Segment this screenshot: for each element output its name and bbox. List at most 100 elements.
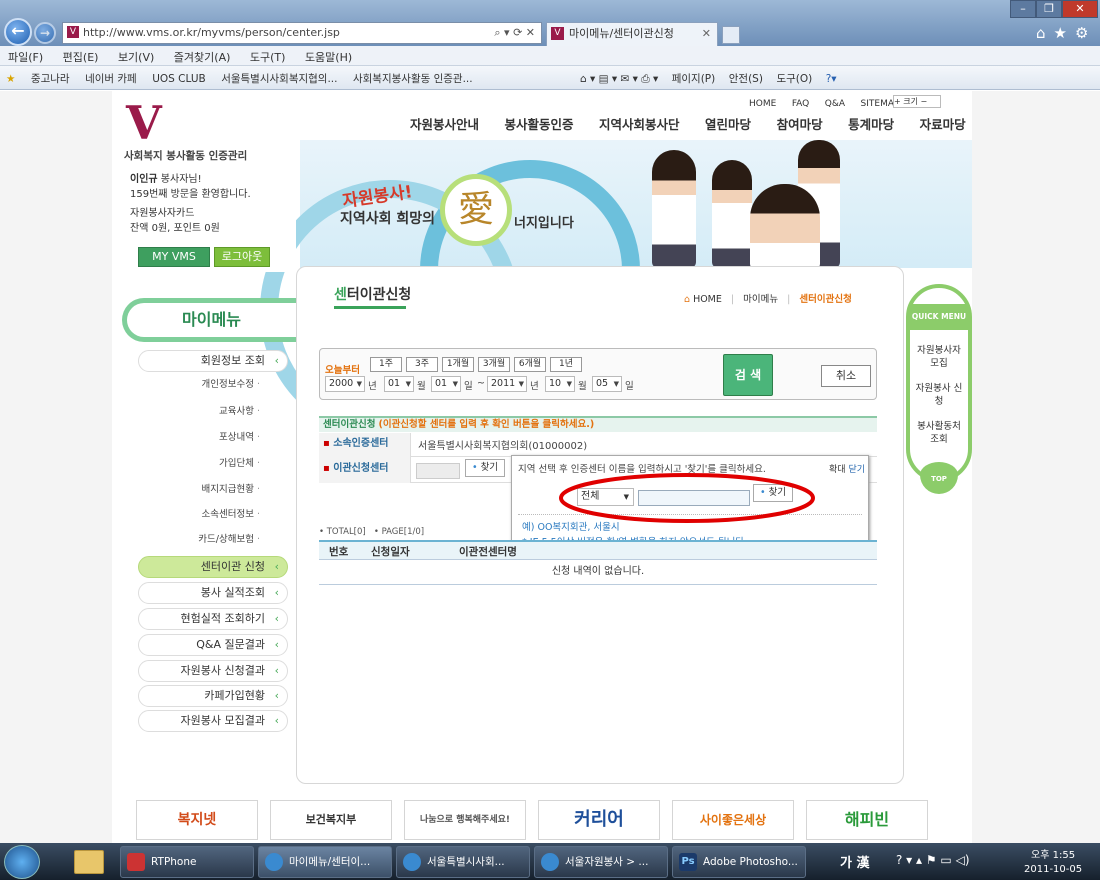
util-faq[interactable]: FAQ xyxy=(792,99,809,109)
sidebar-item-member-info[interactable]: 회원정보 조회 ‹ xyxy=(138,350,288,372)
tray-icons[interactable]: ? ▾ ▴ ⚑ ▭ ◁) xyxy=(896,853,970,867)
util-qna[interactable]: Q&A xyxy=(825,99,845,109)
command-bar: ⌂ ▾ ▤ ▾ ✉ ▾ ⎙ ▾ 페이지(P) 안전(S) 도구(O) ?▾ xyxy=(580,66,1100,90)
ime-indicator[interactable]: 가 漢 xyxy=(840,852,870,871)
sidebar-subitem[interactable]: 배지지급현황 xyxy=(150,483,260,497)
footer-logo-happybean[interactable]: 해피빈 xyxy=(806,800,928,840)
quick-item[interactable]: 자원봉사자 모집 xyxy=(912,344,966,370)
quick-item[interactable]: 자원봉사 신청 xyxy=(912,382,966,408)
clock[interactable]: 오후 1:55 2011-10-05 xyxy=(1024,849,1082,877)
sidebar-subitem[interactable]: 개인정보수정 xyxy=(150,378,260,392)
menu-view[interactable]: 보기(V) xyxy=(110,46,162,68)
sidebar-subitem[interactable]: 교육사항 xyxy=(150,405,260,419)
task-photoshop[interactable]: Ps Adobe Photosho... xyxy=(672,846,806,878)
popup-expand-button[interactable]: 확대 xyxy=(829,465,846,475)
help-icon[interactable]: ?▾ xyxy=(821,68,842,90)
start-year-select[interactable]: 2000 xyxy=(325,376,365,392)
menu-favorites[interactable]: 즐겨찾기(A) xyxy=(166,46,239,68)
popup-close-button[interactable]: 닫기 xyxy=(848,465,865,475)
back-icon[interactable]: ← xyxy=(4,18,32,46)
fav-item[interactable]: 사회복지봉사활동 인증관... xyxy=(347,66,479,91)
menu-tools[interactable]: 도구(T) xyxy=(242,46,294,68)
task-ie-seoul[interactable]: 서울특별시사회... xyxy=(396,846,530,878)
fav-item[interactable]: UOS CLUB xyxy=(146,68,212,90)
chevron-left-icon: ‹ xyxy=(274,354,279,367)
cmd-tools[interactable]: 도구(O) xyxy=(771,66,817,91)
window-close-icon[interactable]: ✕ xyxy=(1062,0,1098,18)
search-icon[interactable]: ⌕ ▾ ⟳ ✕ xyxy=(494,23,535,43)
nav-item[interactable]: 통계마당 xyxy=(848,114,894,133)
breadcrumb-mymenu[interactable]: 마이메뉴 xyxy=(743,294,778,305)
period-6m-button[interactable]: 6개월 xyxy=(514,357,546,372)
start-day-select[interactable]: 01 xyxy=(431,376,461,392)
nav-item[interactable]: 열린마당 xyxy=(705,114,751,133)
home-icon[interactable]: ⌂ ▾ ▤ ▾ ✉ ▾ ⎙ ▾ xyxy=(580,68,663,91)
sidebar-subitem[interactable]: 가입단체 xyxy=(150,457,260,471)
breadcrumb-home[interactable]: HOME xyxy=(693,294,722,305)
from-today-label: 오늘부터 xyxy=(325,365,360,376)
sidebar-subitem[interactable]: 포상내역 xyxy=(150,431,260,445)
search-button[interactable]: 검 색 xyxy=(723,354,773,396)
fav-item[interactable]: 서울특별시사회복지협의... xyxy=(215,66,343,91)
cmd-page[interactable]: 페이지(P) xyxy=(667,66,721,91)
new-tab-icon[interactable] xyxy=(722,26,740,44)
nav-item[interactable]: 봉사활동인증 xyxy=(505,114,574,133)
target-center-input[interactable] xyxy=(416,463,460,479)
quick-item[interactable]: 봉사활동처 조회 xyxy=(912,420,966,446)
util-home[interactable]: HOME xyxy=(749,99,776,109)
period-1y-button[interactable]: 1년 xyxy=(550,357,582,372)
browser-tab[interactable]: V 마이메뉴/센터이관신청 ✕ xyxy=(546,22,718,46)
my-vms-button[interactable]: MY VMS xyxy=(138,247,210,267)
table-header: 번호 신청일자 이관전센터명 xyxy=(319,540,877,560)
nav-item[interactable]: 자료마당 xyxy=(920,114,966,133)
fav-item[interactable]: 중고나라 xyxy=(25,66,76,91)
minimize-icon[interactable]: – xyxy=(1010,0,1036,18)
sidebar-subitem[interactable]: 소속센터정보 xyxy=(150,508,260,522)
sidebar-item-recruit-results[interactable]: 자원봉사 모집결과 ‹ xyxy=(138,710,288,732)
sidebar-item-center-transfer[interactable]: 센터이관 신청 ‹ xyxy=(138,556,288,578)
end-day-select[interactable]: 05 xyxy=(592,376,622,392)
footer-logo-saijoeun[interactable]: 사이좋은세상 xyxy=(672,800,794,840)
footer-logo-bokjinet[interactable]: 복지넷 xyxy=(136,800,258,840)
end-year-select[interactable]: 2011 xyxy=(487,376,527,392)
nav-item[interactable]: 자원봉사안내 xyxy=(410,114,479,133)
tab-close-icon[interactable]: ✕ xyxy=(702,23,711,45)
fav-item[interactable]: 네이버 카페 xyxy=(79,66,143,91)
address-bar[interactable]: V http://www.vms.or.kr/myvms/person/cent… xyxy=(62,22,542,44)
sidebar-item-cafe[interactable]: 카페가입현황 ‹ xyxy=(138,685,288,707)
site-logo-icon[interactable]: V xyxy=(126,96,162,150)
period-3m-button[interactable]: 3개월 xyxy=(478,357,510,372)
nav-item[interactable]: 지역사회봉사단 xyxy=(599,114,680,133)
period-1w-button[interactable]: 1주 xyxy=(370,357,402,372)
logout-button[interactable]: 로그아웃 xyxy=(214,247,270,267)
sidebar-item-activity[interactable]: 봉사 실적조회 ‹ xyxy=(138,582,288,604)
footer-logo-nanum[interactable]: 나눔으로 행복해주세요! xyxy=(404,800,526,840)
cmd-safety[interactable]: 안전(S) xyxy=(724,66,768,91)
home-star-gear-icons[interactable]: ⌂★⚙ xyxy=(1036,24,1096,42)
period-1m-button[interactable]: 1개월 xyxy=(442,357,474,372)
task-ie-mymenu[interactable]: 마이메뉴/센터이... xyxy=(258,846,392,878)
maximize-icon[interactable]: ❐ xyxy=(1036,0,1062,18)
explorer-icon[interactable] xyxy=(74,850,104,874)
sidebar-subitem[interactable]: 카드/상해보험 xyxy=(150,533,260,547)
zoom-control[interactable]: + 크기 − xyxy=(893,95,941,108)
sidebar-item-apply-results[interactable]: 자원봉사 신청결과 ‹ xyxy=(138,660,288,682)
sidebar-item-qna[interactable]: Q&A 질문결과 ‹ xyxy=(138,634,288,656)
cancel-button[interactable]: 취소 xyxy=(821,365,871,387)
end-month-select[interactable]: 10 xyxy=(545,376,575,392)
start-button-icon[interactable] xyxy=(4,845,40,879)
sidebar-item-results[interactable]: 현험실적 조회하기 ‹ xyxy=(138,608,288,630)
forward-icon[interactable]: → xyxy=(34,22,56,44)
menu-file[interactable]: 파일(F) xyxy=(0,46,51,68)
find-center-button[interactable]: • 찾기 xyxy=(465,459,505,477)
task-ie-volunteer[interactable]: 서울자원봉사 > ... xyxy=(534,846,668,878)
period-3w-button[interactable]: 3주 xyxy=(406,357,438,372)
footer-logo-mohw[interactable]: 보건복지부 xyxy=(270,800,392,840)
menu-edit[interactable]: 편집(E) xyxy=(55,46,107,68)
menu-help[interactable]: 도움말(H) xyxy=(297,46,360,68)
favorites-star-icon[interactable]: ★ xyxy=(0,68,21,90)
nav-item[interactable]: 참여마당 xyxy=(777,114,823,133)
footer-logo-career[interactable]: 커리어 xyxy=(538,800,660,840)
task-rtphone[interactable]: RTPhone xyxy=(120,846,254,878)
start-month-select[interactable]: 01 xyxy=(384,376,414,392)
